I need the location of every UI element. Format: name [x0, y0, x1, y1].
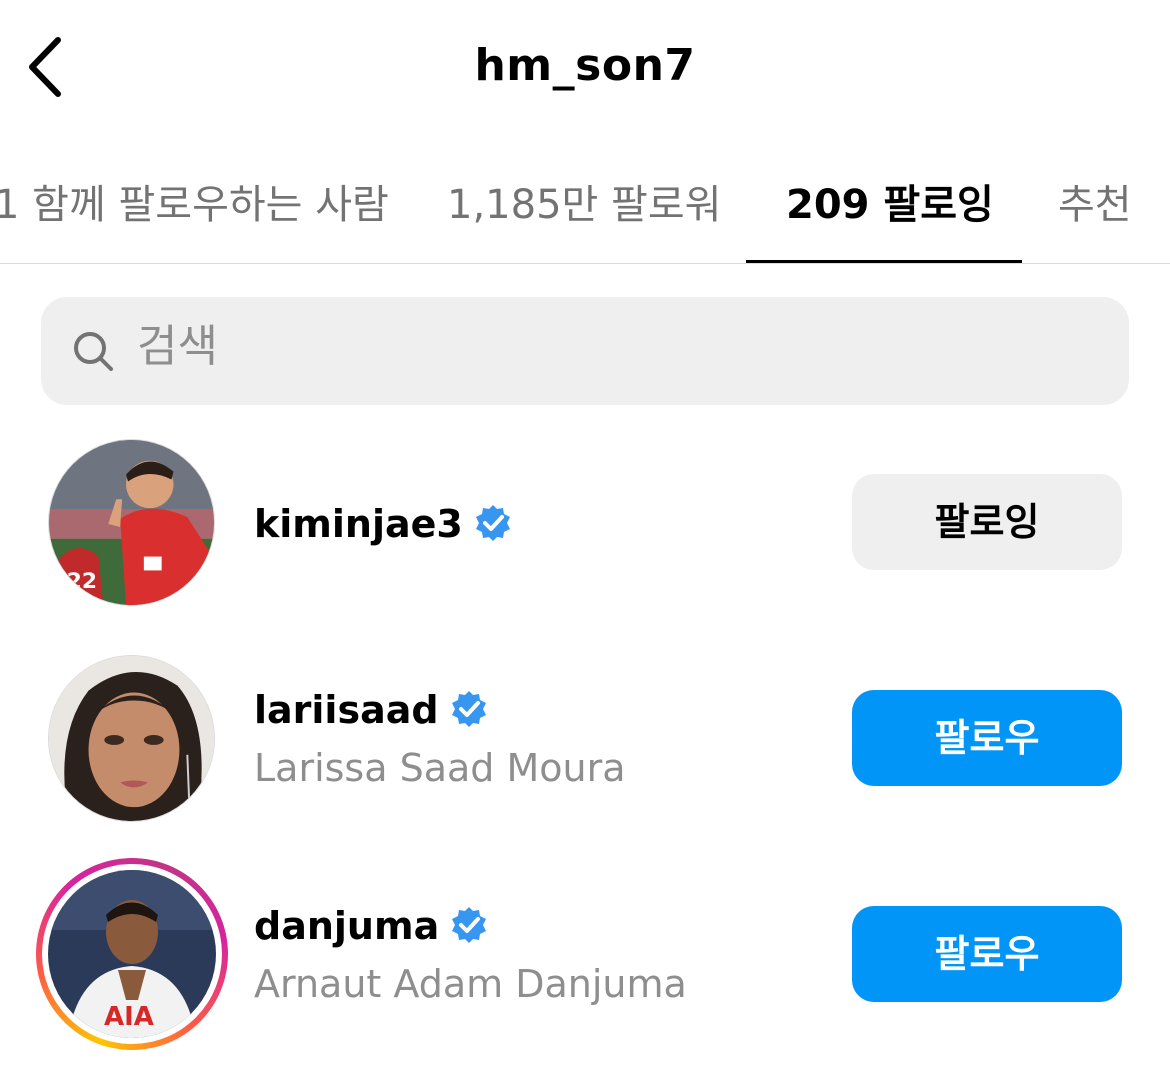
following-button[interactable]: 팔로잉	[852, 474, 1122, 570]
search-bar[interactable]	[41, 297, 1129, 405]
search-input[interactable]	[137, 321, 1037, 372]
follow-button[interactable]: 팔로우	[852, 690, 1122, 786]
tab-mutual-followers[interactable]: 1 함께 팔로우하는 사람	[0, 172, 389, 230]
full-name: Arnaut Adam Danjuma	[254, 962, 687, 1006]
username-text: kiminjae3	[254, 502, 463, 546]
page-title: hm_son7	[474, 40, 696, 91]
svg-text:22: 22	[67, 569, 97, 594]
verified-badge-icon	[475, 505, 510, 541]
avatar[interactable]	[48, 655, 215, 822]
verified-badge-icon	[452, 907, 487, 943]
verified-badge-icon	[451, 691, 486, 727]
list-item[interactable]: lariisaad Larissa Saad Moura 팔로우	[0, 638, 1170, 838]
tab-following[interactable]: 209 팔로잉	[786, 172, 994, 230]
active-tab-indicator	[746, 260, 1022, 263]
tab-bar: 1 함께 팔로우하는 사람 1,185만 팔로워 209 팔로잉 추천	[0, 150, 1170, 264]
list-item[interactable]: 22 kiminjae3 팔로잉	[0, 422, 1170, 622]
list-item[interactable]: AIA danjuma Arnaut Adam Danjuma 팔로우	[0, 854, 1170, 1054]
username-text: lariisaad	[254, 688, 439, 732]
story-ring[interactable]: AIA	[36, 858, 228, 1050]
username[interactable]: danjuma	[254, 904, 489, 948]
avatar-image: AIA	[48, 870, 216, 1038]
tab-suggested[interactable]: 추천	[1058, 172, 1132, 230]
avatar: AIA	[48, 870, 216, 1038]
search-icon	[74, 332, 113, 371]
avatar[interactable]: 22	[48, 439, 215, 606]
avatar-image	[49, 656, 214, 821]
username-text: danjuma	[254, 904, 440, 948]
follow-button[interactable]: 팔로우	[852, 906, 1122, 1002]
header: hm_son7	[0, 0, 1170, 130]
tab-followers[interactable]: 1,185만 팔로워	[447, 172, 721, 230]
username[interactable]: kiminjae3	[254, 502, 513, 546]
full-name: Larissa Saad Moura	[254, 746, 626, 790]
svg-text:AIA: AIA	[104, 1002, 154, 1032]
avatar-image: 22	[49, 440, 214, 605]
username[interactable]: lariisaad	[254, 688, 489, 732]
